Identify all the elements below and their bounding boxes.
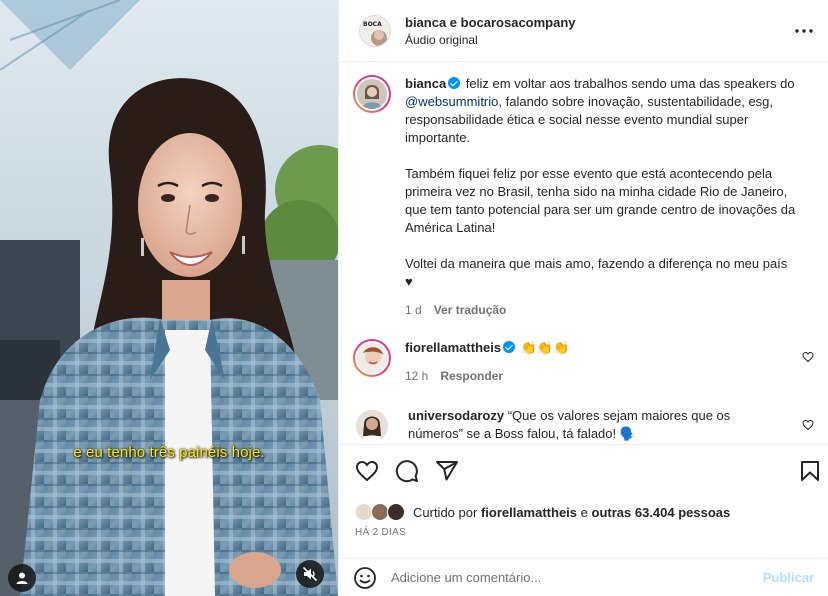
more-options-button[interactable] (792, 19, 816, 43)
audio-link[interactable]: Áudio original (405, 33, 792, 47)
post-actions: Curtido por fiorellamattheis e outras 63… (339, 444, 828, 564)
caption-row: bianca feliz em voltar aos trabalhos sen… (353, 75, 818, 319)
mention-link[interactable]: @websummitrio (405, 94, 498, 109)
reply-button[interactable]: Responder (440, 369, 503, 383)
more-dots-icon (795, 28, 813, 33)
comment-bubble-icon[interactable] (395, 459, 419, 483)
liker-avatars (355, 503, 409, 521)
caption-meta: 1 d Ver tradução (405, 301, 797, 319)
caption-author-avatar[interactable] (353, 75, 391, 113)
post-header: BOCA bianca e bocarosacompany Áudio orig… (339, 0, 828, 62)
post-date[interactable]: HÁ 2 DIAS (355, 527, 406, 538)
comment-input[interactable] (391, 570, 763, 585)
avatar (387, 503, 405, 521)
comment-body: universodarozy “Que os valores sejam mai… (408, 407, 788, 443)
add-comment-bar: Publicar (339, 558, 828, 596)
video-frame (0, 0, 338, 596)
comment-meta: 12 h Responder (405, 367, 785, 385)
post-authors[interactable]: bianca e bocarosacompany (405, 15, 792, 30)
publish-button[interactable]: Publicar (763, 570, 814, 585)
send-icon[interactable] (435, 459, 459, 483)
comment-like-icon[interactable] (802, 351, 814, 363)
caption-paragraph: Voltei da maneira que mais amo, fazendo … (405, 256, 788, 289)
tagged-users-button[interactable] (8, 564, 36, 592)
verified-badge-icon (448, 77, 461, 89)
caption-paragraph: Também fiquei feliz por esse evento que … (405, 166, 796, 235)
comment-body: fiorellamattheis 👏👏👏 12 h Responder (405, 339, 785, 385)
comment-row: universodarozy “Que os valores sejam mai… (353, 407, 818, 443)
commenter-avatar[interactable] (353, 339, 391, 377)
comment-row: fiorellamattheis 👏👏👏 12 h Responder (353, 339, 818, 385)
comment-username[interactable]: universodarozy (408, 408, 504, 423)
likes-prefix: Curtido por (413, 504, 478, 520)
mute-toggle-button[interactable] (296, 560, 324, 588)
heart-icon[interactable] (355, 459, 379, 483)
caption-time: 1 d (405, 303, 422, 317)
bookmark-icon[interactable] (798, 459, 822, 483)
caption-body: bianca feliz em voltar aos trabalhos sen… (405, 75, 797, 319)
emoji-smile-icon[interactable] (353, 566, 377, 590)
translate-link[interactable]: Ver tradução (434, 303, 507, 317)
reel-video[interactable]: e eu tenho três painéis hoje. (0, 0, 338, 596)
comment-time: 12 h (405, 369, 429, 383)
post-side-panel: BOCA bianca e bocarosacompany Áudio orig… (338, 0, 828, 596)
likes-user-link[interactable]: fiorellamattheis (481, 505, 577, 520)
comments-list[interactable]: bianca feliz em voltar aos trabalhos sen… (339, 63, 828, 443)
video-subtitle: e eu tenho três painéis hoje. (73, 444, 265, 461)
likes-middle: e (580, 504, 588, 520)
muted-speaker-icon (302, 566, 318, 582)
caption-text-part: feliz em voltar aos trabalhos sendo uma … (462, 76, 795, 91)
verified-badge-icon (503, 341, 516, 353)
brand-logo-text: BOCA (363, 21, 382, 28)
likes-others-link[interactable]: outras 63.404 pessoas (592, 505, 731, 520)
commenter-avatar[interactable] (356, 410, 388, 442)
comment-like-icon[interactable] (802, 419, 814, 431)
author-avatar[interactable]: BOCA (359, 14, 391, 47)
comment-text: 👏👏👏 (520, 340, 570, 355)
comment-username[interactable]: fiorellamattheis (405, 340, 501, 355)
caption-username[interactable]: bianca (405, 76, 446, 91)
user-icon (16, 572, 28, 584)
likes-summary[interactable]: Curtido por fiorellamattheis e outras 63… (355, 503, 730, 521)
